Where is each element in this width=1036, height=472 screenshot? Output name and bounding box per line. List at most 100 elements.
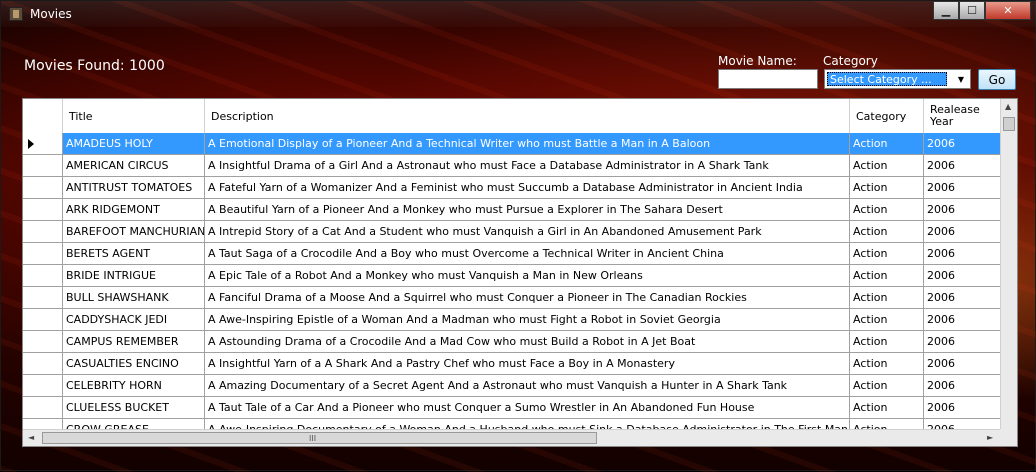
table-row[interactable]: BERETS AGENT A Taut Saga of a Crocodile A… xyxy=(23,243,1001,265)
table-row[interactable]: CAMPUS REMEMBER A Astounding Drama of a C… xyxy=(23,331,1001,353)
cell-category[interactable]: Action xyxy=(850,287,924,309)
cell-release-year[interactable]: 2006 xyxy=(924,133,1001,155)
cell-description[interactable]: A Amazing Documentary of a Secret Agent … xyxy=(205,375,850,397)
movie-name-input[interactable] xyxy=(718,69,818,89)
cell-title[interactable]: BRIDE INTRIGUE xyxy=(63,265,205,287)
horizontal-scrollbar[interactable]: ◄ III ► xyxy=(23,429,1001,446)
cell-category[interactable]: Action xyxy=(850,243,924,265)
cell-description[interactable]: A Fanciful Drama of a Moose And a Squirr… xyxy=(205,287,850,309)
cell-category[interactable]: Action xyxy=(850,221,924,243)
table-row[interactable]: ARK RIDGEMONT A Beautiful Yarn of a Pione… xyxy=(23,199,1001,221)
cell-description[interactable]: A Insightful Drama of a Girl And a Astro… xyxy=(205,155,850,177)
cell-category[interactable]: Action xyxy=(850,375,924,397)
close-button[interactable]: ✕ xyxy=(985,1,1031,20)
cell-release-year[interactable]: 2006 xyxy=(924,309,1001,331)
cell-title[interactable]: BULL SHAWSHANK xyxy=(63,287,205,309)
chevron-down-icon[interactable]: ▼ xyxy=(954,72,968,86)
row-header[interactable] xyxy=(23,331,63,353)
table-row[interactable]: AMADEUS HOLY A Emotional Display of a Pio… xyxy=(23,133,1001,155)
column-header-release-year[interactable]: Realease Year xyxy=(924,99,1001,133)
table-row[interactable]: BULL SHAWSHANK A Fanciful Drama of a Moos… xyxy=(23,287,1001,309)
row-header[interactable] xyxy=(23,133,63,155)
cell-title[interactable]: CAMPUS REMEMBER xyxy=(63,331,205,353)
cell-title[interactable]: AMADEUS HOLY xyxy=(63,133,205,155)
minimize-button[interactable]: ▁ xyxy=(933,1,959,20)
cell-release-year[interactable]: 2006 xyxy=(924,397,1001,419)
cell-title[interactable]: ARK RIDGEMONT xyxy=(63,199,205,221)
cell-title[interactable]: CELEBRITY HORN xyxy=(63,375,205,397)
cell-category[interactable]: Action xyxy=(850,397,924,419)
cell-release-year[interactable]: 2006 xyxy=(924,287,1001,309)
cell-title[interactable]: CASUALTIES ENCINO xyxy=(63,353,205,375)
category-label: Category xyxy=(823,54,878,68)
row-header[interactable] xyxy=(23,199,63,221)
cell-category[interactable]: Action xyxy=(850,199,924,221)
row-header[interactable] xyxy=(23,287,63,309)
cell-category[interactable]: Action xyxy=(850,353,924,375)
column-header-description[interactable]: Description xyxy=(205,99,850,133)
table-row[interactable]: BRIDE INTRIGUE A Epic Tale of a Robot And… xyxy=(23,265,1001,287)
cell-category[interactable]: Action xyxy=(850,155,924,177)
row-header[interactable] xyxy=(23,177,63,199)
cell-release-year[interactable]: 2006 xyxy=(924,155,1001,177)
cell-description[interactable]: A Fateful Yarn of a Womanizer And a Femi… xyxy=(205,177,850,199)
movie-name-label: Movie Name: xyxy=(718,54,797,68)
cell-description[interactable]: A Beautiful Yarn of a Pioneer And a Monk… xyxy=(205,199,850,221)
cell-category[interactable]: Action xyxy=(850,133,924,155)
row-header[interactable] xyxy=(23,243,63,265)
cell-release-year[interactable]: 2006 xyxy=(924,177,1001,199)
table-row[interactable]: BAREFOOT MANCHURIAN A Intrepid Story of a… xyxy=(23,221,1001,243)
cell-title[interactable]: BAREFOOT MANCHURIAN xyxy=(63,221,205,243)
row-header[interactable] xyxy=(23,155,63,177)
cell-category[interactable]: Action xyxy=(850,177,924,199)
column-header-category[interactable]: Category xyxy=(850,99,924,133)
table-row[interactable]: AMERICAN CIRCUS A Insightful Drama of a G… xyxy=(23,155,1001,177)
cell-description[interactable]: A Insightful Yarn of a A Shark And a Pas… xyxy=(205,353,850,375)
movies-grid[interactable]: Title Description Category Realease Year… xyxy=(22,98,1018,447)
cell-release-year[interactable]: 2006 xyxy=(924,221,1001,243)
column-header-title[interactable]: Title xyxy=(63,99,205,133)
table-row[interactable]: ANTITRUST TOMATOES A Fateful Yarn of a Wo… xyxy=(23,177,1001,199)
cell-description[interactable]: A Taut Tale of a Car And a Pioneer who m… xyxy=(205,397,850,419)
row-header[interactable] xyxy=(23,309,63,331)
cell-description[interactable]: A Awe-Inspiring Epistle of a Woman And a… xyxy=(205,309,850,331)
category-select[interactable]: Select Category ... ▼ xyxy=(824,69,971,89)
row-header[interactable] xyxy=(23,221,63,243)
table-row[interactable]: CASUALTIES ENCINO A Insightful Yarn of a … xyxy=(23,353,1001,375)
cell-release-year[interactable]: 2006 xyxy=(924,331,1001,353)
cell-release-year[interactable]: 2006 xyxy=(924,375,1001,397)
row-header[interactable] xyxy=(23,353,63,375)
cell-description[interactable]: A Epic Tale of a Robot And a Monkey who … xyxy=(205,265,850,287)
table-row[interactable]: CELEBRITY HORN A Amazing Documentary of a… xyxy=(23,375,1001,397)
row-header[interactable] xyxy=(23,397,63,419)
cell-category[interactable]: Action xyxy=(850,265,924,287)
cell-release-year[interactable]: 2006 xyxy=(924,353,1001,375)
cell-description[interactable]: A Astounding Drama of a Crocodile And a … xyxy=(205,331,850,353)
cell-release-year[interactable]: 2006 xyxy=(924,243,1001,265)
table-row[interactable]: CADDYSHACK JEDI A Awe-Inspiring Epistle o… xyxy=(23,309,1001,331)
cell-description[interactable]: A Emotional Display of a Pioneer And a T… xyxy=(205,133,850,155)
cell-release-year[interactable]: 2006 xyxy=(924,265,1001,287)
cell-description[interactable]: A Intrepid Story of a Cat And a Student … xyxy=(205,221,850,243)
scroll-up-icon[interactable]: ▲ xyxy=(1005,102,1011,111)
horizontal-scroll-thumb[interactable]: III xyxy=(42,432,597,444)
vertical-scroll-thumb[interactable] xyxy=(1003,117,1015,131)
cell-title[interactable]: CADDYSHACK JEDI xyxy=(63,309,205,331)
cell-title[interactable]: BERETS AGENT xyxy=(63,243,205,265)
vertical-scrollbar[interactable]: ▲ xyxy=(1000,99,1017,430)
table-row[interactable]: CLUELESS BUCKET A Taut Tale of a Car And … xyxy=(23,397,1001,419)
row-header[interactable] xyxy=(23,265,63,287)
cell-release-year[interactable]: 2006 xyxy=(924,199,1001,221)
cell-title[interactable]: CLUELESS BUCKET xyxy=(63,397,205,419)
cell-category[interactable]: Action xyxy=(850,331,924,353)
row-header[interactable] xyxy=(23,375,63,397)
cell-description[interactable]: A Taut Saga of a Crocodile And a Boy who… xyxy=(205,243,850,265)
cell-category[interactable]: Action xyxy=(850,309,924,331)
cell-title[interactable]: AMERICAN CIRCUS xyxy=(63,155,205,177)
cell-title[interactable]: ANTITRUST TOMATOES xyxy=(63,177,205,199)
scroll-right-icon[interactable]: ► xyxy=(987,433,993,442)
maximize-button[interactable]: ☐ xyxy=(959,1,985,20)
scroll-left-icon[interactable]: ◄ xyxy=(28,433,34,442)
go-button[interactable]: Go xyxy=(978,69,1016,90)
title-bar[interactable]: Movies ▁ ☐ ✕ xyxy=(1,1,1036,27)
